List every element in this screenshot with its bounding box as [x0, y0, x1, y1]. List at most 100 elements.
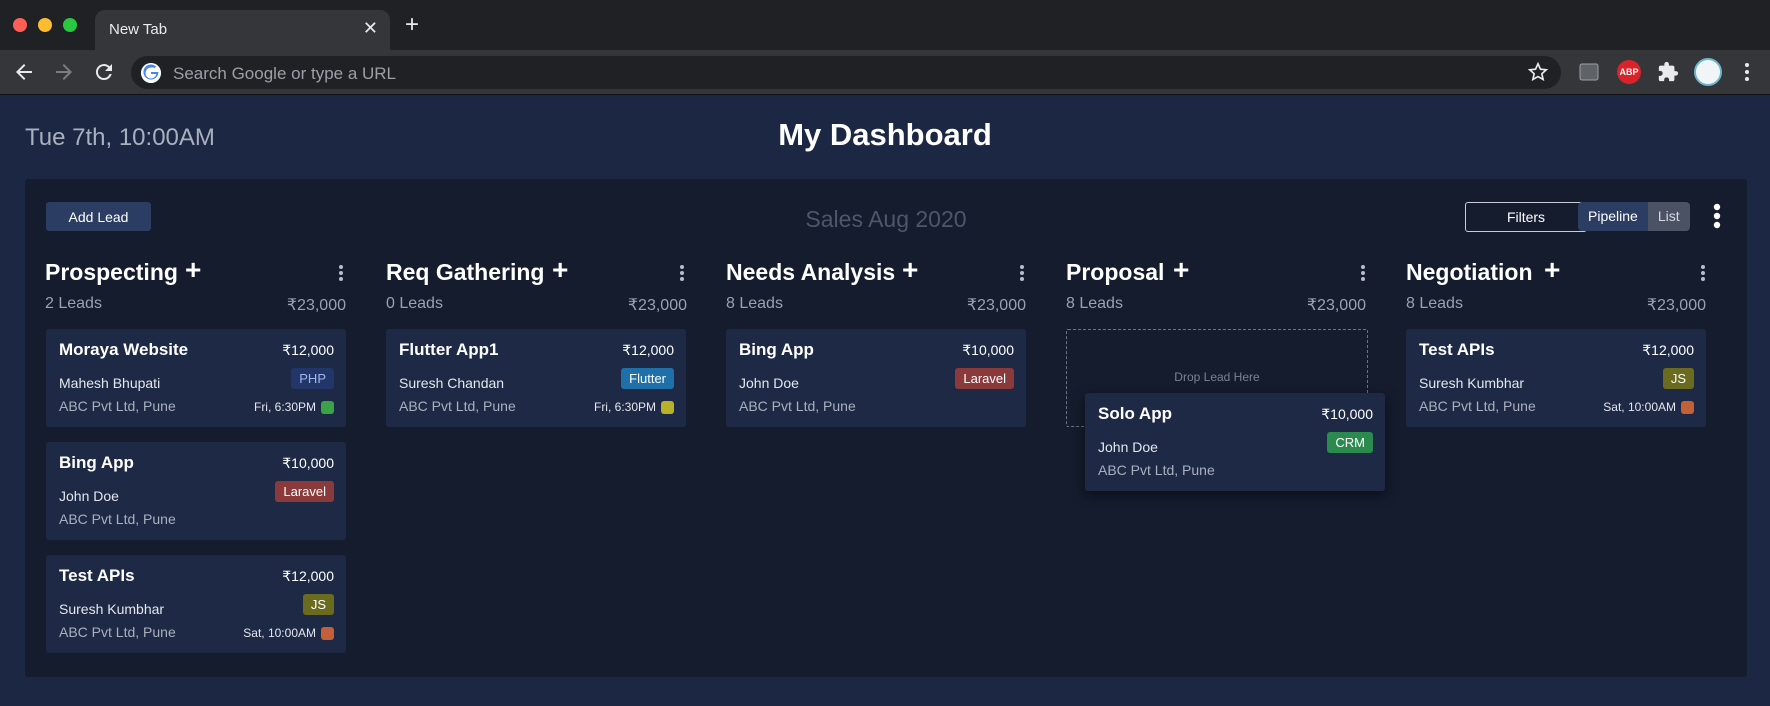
cast-icon[interactable] — [1578, 61, 1600, 83]
forward-icon[interactable] — [52, 60, 76, 84]
lead-company: ABC Pvt Ltd, Pune — [399, 398, 516, 414]
lead-card[interactable]: Bing App ₹10,000 John Doe ABC Pvt Ltd, P… — [726, 329, 1026, 427]
adblock-icon[interactable]: ABP — [1617, 60, 1641, 84]
column-amount: ₹23,000 — [1306, 297, 1366, 314]
column-menu-icon[interactable] — [679, 264, 685, 282]
phone-icon — [321, 400, 334, 414]
column-menu-icon[interactable] — [1360, 264, 1366, 282]
lead-card[interactable]: Moraya Website ₹12,000 Mahesh Bhupati AB… — [46, 329, 346, 427]
column-amount: ₹23,000 — [286, 297, 346, 314]
browser-tab-bar: New Tab ✕ + — [0, 0, 1770, 50]
column-lead-count: 2 Leads — [45, 295, 102, 312]
lead-card[interactable]: Flutter App1 ₹12,000 Suresh Chandan ABC … — [386, 329, 686, 427]
lead-company: ABC Pvt Ltd, Pune — [59, 511, 176, 527]
lead-amount: ₹12,000 — [622, 342, 674, 358]
column-lead-count: 0 Leads — [386, 295, 443, 312]
lead-schedule: Sat, 10:00AM — [1603, 400, 1694, 414]
add-to-column-button[interactable]: + — [1544, 255, 1560, 285]
schedule-time: Fri, 6:30PM — [253, 400, 316, 414]
schedule-time: Fri, 6:30PM — [593, 400, 656, 414]
column-title: Needs Analysis — [726, 259, 896, 285]
close-window-button[interactable] — [13, 18, 27, 32]
view-list-button[interactable]: List — [1647, 202, 1690, 231]
lead-title: Flutter App1 — [399, 340, 499, 359]
view-pipeline-button[interactable]: Pipeline — [1578, 202, 1648, 231]
lead-tag: Laravel — [275, 481, 334, 502]
column-title: Req Gathering — [386, 259, 545, 285]
meeting-icon — [661, 400, 674, 414]
google-icon — [141, 63, 161, 83]
lead-company: ABC Pvt Ltd, Pune — [1419, 398, 1536, 414]
lead-amount: ₹10,000 — [1321, 406, 1373, 422]
lead-title: Solo App — [1098, 404, 1172, 423]
lead-contact: Suresh Kumbhar — [1419, 375, 1525, 391]
lead-company: ABC Pvt Ltd, Pune — [59, 398, 176, 414]
minimize-window-button[interactable] — [38, 18, 52, 32]
column-amount: ₹23,000 — [627, 297, 687, 314]
schedule-time: Sat, 10:00AM — [1603, 400, 1676, 414]
add-to-column-button[interactable]: + — [185, 255, 201, 285]
lead-schedule: Fri, 6:30PM — [594, 400, 674, 414]
address-bar-placeholder: Search Google or type a URL — [173, 64, 397, 83]
column-title: Negotiation — [1406, 259, 1533, 285]
lead-card-dragging[interactable]: Solo App ₹10,000 John Doe ABC Pvt Ltd, P… — [1085, 393, 1385, 491]
lead-tag: CRM — [1327, 432, 1373, 453]
column-menu-icon[interactable] — [338, 264, 344, 282]
column-title: Prospecting — [45, 259, 178, 285]
lead-title: Test APIs — [59, 566, 135, 585]
address-bar[interactable]: Search Google or type a URL — [131, 56, 1561, 89]
lead-card[interactable]: Bing App ₹10,000 John Doe ABC Pvt Ltd, P… — [46, 442, 346, 540]
lead-tag: PHP — [291, 368, 334, 389]
schedule-time: Sat, 10:00AM — [243, 626, 316, 640]
lead-tag: Flutter — [621, 368, 674, 389]
tab-close-icon[interactable]: ✕ — [363, 18, 378, 38]
lead-contact: John Doe — [739, 375, 799, 391]
column-menu-icon[interactable] — [1019, 264, 1025, 282]
add-to-column-button[interactable]: + — [552, 255, 568, 285]
column-amount: ₹23,000 — [1646, 297, 1706, 314]
star-icon[interactable] — [1527, 61, 1549, 83]
browser-tab[interactable]: New Tab ✕ — [95, 10, 390, 50]
lead-contact: John Doe — [1098, 439, 1158, 455]
new-tab-button[interactable]: + — [405, 13, 419, 37]
page-title: My Dashboard — [778, 117, 992, 152]
avatar[interactable] — [1694, 58, 1722, 86]
back-icon[interactable] — [12, 60, 36, 84]
lead-card[interactable]: Test APIs ₹12,000 Suresh Kumbhar ABC Pvt… — [46, 555, 346, 653]
lead-title: Bing App — [59, 453, 134, 472]
board-menu-icon[interactable] — [1712, 203, 1722, 229]
lead-company: ABC Pvt Ltd, Pune — [59, 624, 176, 640]
reload-icon[interactable] — [92, 60, 116, 84]
lead-contact: Suresh Kumbhar — [59, 601, 165, 617]
lead-tag: Laravel — [955, 368, 1014, 389]
lead-title: Moraya Website — [59, 340, 189, 359]
puzzle-icon[interactable] — [1657, 61, 1679, 83]
lead-contact: Suresh Chandan — [399, 375, 505, 391]
menu-icon[interactable] — [1740, 61, 1754, 83]
lead-amount: ₹10,000 — [962, 342, 1014, 358]
column-lead-count: 8 Leads — [1066, 295, 1123, 312]
column-lead-count: 8 Leads — [1406, 295, 1463, 312]
email-icon — [1681, 400, 1694, 414]
lead-tag: JS — [1662, 368, 1694, 389]
column-amount: ₹23,000 — [966, 297, 1026, 314]
column-menu-icon[interactable] — [1700, 264, 1706, 282]
maximize-window-button[interactable] — [63, 18, 77, 32]
drop-zone-label: Drop Lead Here — [1174, 370, 1260, 384]
lead-title: Bing App — [739, 340, 814, 359]
lead-amount: ₹12,000 — [282, 342, 334, 358]
column-title: Proposal — [1066, 259, 1165, 285]
lead-contact: John Doe — [59, 488, 119, 504]
filters-button[interactable]: Filters — [1465, 202, 1587, 232]
lead-schedule: Sat, 10:00AM — [243, 626, 334, 640]
lead-card[interactable]: Test APIs ₹12,000 Suresh Kumbhar ABC Pvt… — [1406, 329, 1706, 427]
pipeline-board: Add Lead Sales Aug 2020 Filters Pipeline… — [25, 179, 1747, 677]
lead-schedule: Fri, 6:30PM — [254, 400, 334, 414]
column-lead-count: 8 Leads — [726, 295, 783, 312]
lead-contact: Mahesh Bhupati — [59, 375, 161, 391]
lead-title: Test APIs — [1419, 340, 1495, 359]
email-icon — [321, 626, 334, 640]
tab-title: New Tab — [109, 21, 168, 38]
add-to-column-button[interactable]: + — [902, 255, 918, 285]
add-to-column-button[interactable]: + — [1173, 255, 1189, 285]
